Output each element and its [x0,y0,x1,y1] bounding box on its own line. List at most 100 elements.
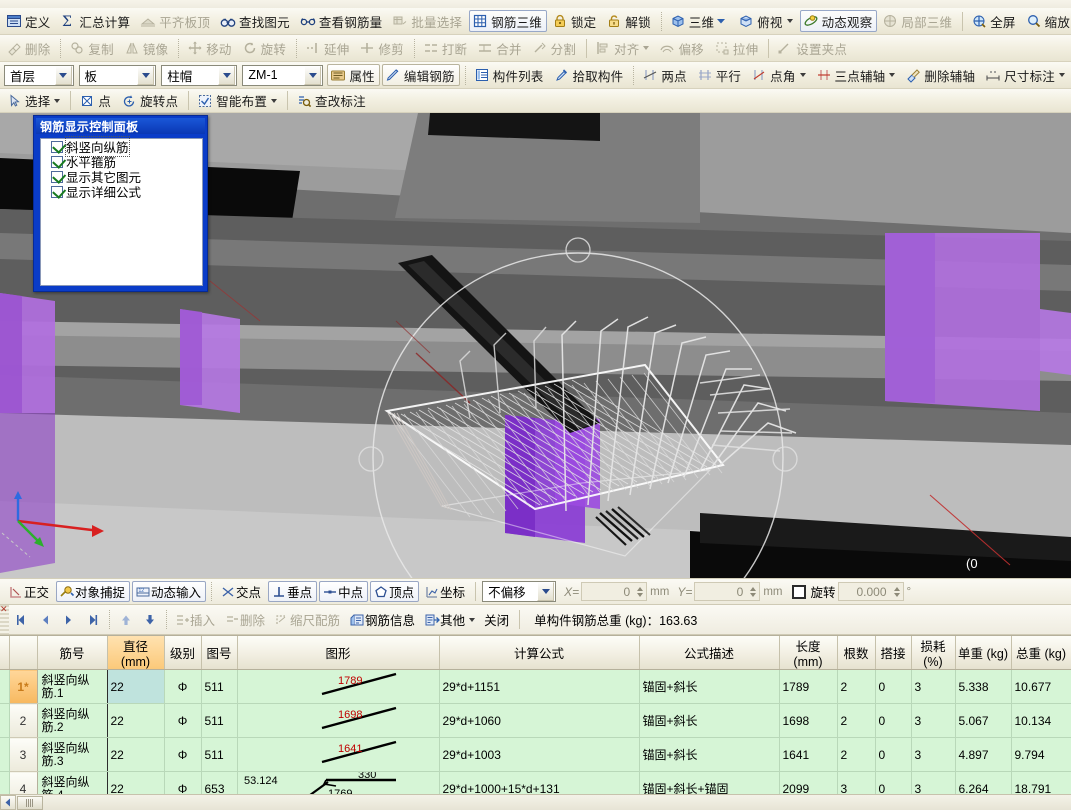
spinner-icon[interactable] [634,583,646,600]
cell-rebar-no[interactable]: 斜竖向纵筋.1 [37,669,108,704]
toolbar-item-fullscreen[interactable]: 全屏 [968,10,1020,32]
row-number[interactable]: 3 [9,737,38,772]
toolbar-item-rotate-point[interactable]: 旋转点 [118,90,183,112]
chevron-down-icon[interactable] [537,582,555,601]
col-header-formula[interactable]: 计算公式 [439,636,640,670]
toolbar-item-pick-component[interactable]: 拾取构件 [551,64,629,86]
cell-loss[interactable]: 3 [911,737,956,772]
col-header-shape[interactable]: 图形 [237,636,440,670]
cell-rebar-no[interactable]: 斜竖向纵筋.2 [37,703,108,738]
row-number[interactable]: 2 [9,703,38,738]
toolbar-item-two-point[interactable]: 两点 [639,64,691,86]
toolbar-item-trim[interactable]: 修剪 [356,37,408,59]
cell-diameter[interactable]: 22 [107,669,165,704]
toolbar-item-flush-slab-top[interactable]: 平齐板顶 [137,10,215,32]
cell-formula-desc[interactable]: 锚固+斜长 [639,669,780,704]
x-coordinate-field[interactable]: 0 [581,582,648,601]
cell-shape[interactable]: 1789 [237,669,440,704]
delete-row-button[interactable]: 删除 [222,609,270,631]
cell-length[interactable]: 1698 [779,703,838,738]
cell-unit-weight[interactable]: 5.067 [955,703,1012,738]
last-record-button[interactable] [82,609,104,631]
spinner-icon[interactable] [891,583,903,600]
status-toggle-vertex[interactable]: 顶点 [370,581,420,602]
spinner-icon[interactable] [747,583,759,600]
cell-total-weight[interactable]: 10.134 [1011,703,1071,738]
col-header-formula-desc[interactable]: 公式描述 [639,636,780,670]
component-name-select[interactable]: ZM-1 [242,64,324,86]
toolbar-item-set-grip[interactable]: 设置夹点 [774,37,852,59]
col-header-length[interactable]: 长度 (mm) [779,636,838,670]
cell-formula-desc[interactable]: 锚固+斜长 [639,703,780,738]
chevron-down-icon[interactable] [889,73,896,77]
status-toggle-dynamic-input[interactable]: 12 动态输入 [132,581,207,602]
cell-count[interactable]: 2 [837,703,876,738]
chevron-down-icon[interactable] [271,98,278,103]
cell-formula-desc[interactable]: 锚固+斜长 [639,737,780,772]
cell-grade[interactable]: Φ [164,669,202,704]
col-header-fig-no[interactable]: 图号 [201,636,238,670]
y-coordinate-field[interactable]: 0 [694,582,761,601]
status-toggle-intersection[interactable]: 交点 [217,581,266,602]
rebar-table[interactable]: 筋号 直径 (mm) 级别 图号 图形 计算公式 公式描述 长度 (mm) 根数… [0,635,1071,810]
table-row[interactable]: 3 斜竖向纵筋.3 22 Φ 511 1641 29*d+1003 锚固+斜长 … [0,737,1071,772]
col-header-diameter[interactable]: 直径 (mm) [107,636,165,670]
cell-total-weight[interactable]: 10.677 [1011,669,1071,704]
rebar-display-control-panel[interactable]: 钢筋显示控制面板 斜竖向纵筋 水平箍筋 显示其它图元 显示详细公式 [33,115,208,292]
rebar-info-button[interactable]: 钢筋信息 [347,609,420,631]
offset-mode-select[interactable]: 不偏移 [482,581,557,602]
col-header-unit-weight[interactable]: 单重 (kg) [955,636,1012,670]
cell-diameter[interactable]: 22 [107,703,165,738]
chevron-down-icon[interactable] [799,73,806,77]
toolbar-item-unlock[interactable]: 解锁 [603,10,655,32]
toolbar-item-merge[interactable]: 合并 [474,37,526,59]
category-select[interactable]: 板 [78,64,157,86]
row-number[interactable]: 1* [9,669,38,704]
toolbar-item-dimension[interactable]: 尺寸标注 [982,64,1070,86]
status-toggle-ortho[interactable]: 正交 [5,581,54,602]
checkbox-icon[interactable] [51,185,63,198]
toolbar-item-lock[interactable]: 锁定 [549,10,601,32]
cell-diameter[interactable]: 22 [107,737,165,772]
toolbar-item-break[interactable]: 打断 [420,37,472,59]
chevron-down-icon[interactable] [218,65,236,85]
cell-loss[interactable]: 3 [911,703,956,738]
move-up-button[interactable] [115,609,137,631]
cell-total-weight[interactable]: 9.794 [1011,737,1071,772]
chevron-down-icon[interactable] [304,65,322,85]
cell-fig-no[interactable]: 511 [201,669,238,704]
component-type-select[interactable]: 柱帽 [161,64,238,86]
chevron-down-icon[interactable] [54,65,72,85]
toolbar-item-three-d[interactable]: 三维 [667,10,733,32]
toolbar-item-local-3d[interactable]: 局部三维 [879,10,957,32]
toolbar-item-edit-annotation[interactable]: 查改标注 [293,90,371,112]
cell-splice[interactable]: 0 [875,703,912,738]
rotate-checkbox[interactable] [791,584,806,599]
cell-grade[interactable]: Φ [164,703,202,738]
table-row[interactable]: 2 斜竖向纵筋.2 22 Φ 511 1698 29*d+1060 锚固+斜长 … [0,703,1071,738]
cell-shape[interactable]: 1641 [237,737,440,772]
col-header-total-weight[interactable]: 总重 (kg) [1011,636,1071,670]
checkbox-row-show-detailed-formula[interactable]: 显示详细公式 [41,184,202,200]
horizontal-scrollbar[interactable] [0,794,1071,810]
cell-length[interactable]: 1641 [779,737,838,772]
cell-length[interactable]: 1789 [779,669,838,704]
chevron-down-icon[interactable] [54,98,61,103]
toolbar-item-dynamic-observe[interactable]: 动态观察 [799,10,878,32]
first-record-button[interactable] [10,609,32,631]
cell-loss[interactable]: 3 [911,669,956,704]
chevron-down-icon[interactable] [137,65,155,85]
combo-dropdown-icon[interactable] [714,13,728,29]
toolbar-item-smart-layout[interactable]: 智能布置 [194,90,282,112]
toolbar-item-rebar-3d[interactable]: 钢筋三维 [469,10,547,32]
toolbar-item-zoom[interactable]: 缩放 [1023,10,1071,32]
toolbar-item-edit-rebar[interactable]: 编辑钢筋 [381,64,460,86]
toolbar-item-properties[interactable]: 属性 [327,64,380,86]
col-header-rebar-no[interactable]: 筋号 [37,636,108,670]
floor-select[interactable]: 首层 [4,64,74,86]
col-header-splice[interactable]: 搭接 [875,636,912,670]
other-button[interactable]: 其他 [422,609,480,631]
toolbar-item-align[interactable]: 对齐 [592,37,654,59]
status-toggle-midpoint[interactable]: 中点 [319,581,369,602]
toolbar-item-component-list[interactable]: 构件列表 [471,64,549,86]
